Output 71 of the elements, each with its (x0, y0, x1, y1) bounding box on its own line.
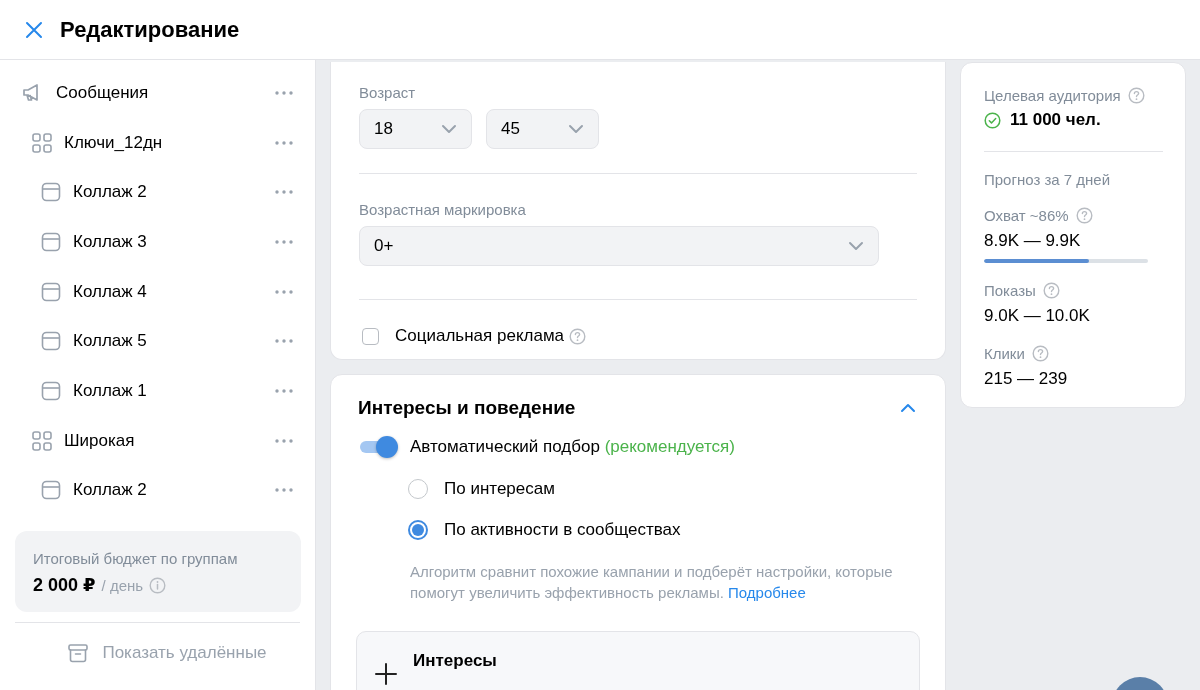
sidebar-item[interactable]: Широкая (0, 415, 315, 466)
more-icon[interactable] (275, 140, 293, 145)
metric-label: Показы (984, 282, 1036, 299)
card-icon (41, 331, 61, 352)
field-label: Возраст (359, 84, 417, 101)
more-icon[interactable] (275, 289, 293, 294)
more-icon[interactable] (275, 90, 293, 95)
more-icon[interactable] (275, 239, 293, 244)
card-icon (41, 480, 61, 501)
chevron-icon (848, 241, 864, 251)
checkbox-label: Социальная реклама (395, 326, 565, 346)
collapse-toggle[interactable] (900, 403, 916, 413)
toggle-label: Автоматический подбор (рекомендуется) (410, 437, 735, 457)
info-icon[interactable] (149, 576, 167, 594)
forecast-period: Прогноз за 7 дней (984, 171, 1112, 188)
age-from-select[interactable]: 18 (359, 109, 472, 149)
sidebar-item[interactable]: Сообщения (0, 68, 315, 118)
more-icon[interactable] (275, 190, 293, 195)
chevron-icon (900, 403, 916, 413)
card-icon (41, 380, 61, 401)
sidebar-item[interactable]: Коллаж 2 (0, 167, 315, 218)
more-link[interactable]: Подробнее (728, 584, 806, 601)
audience-value: 11 000 чел. (1010, 110, 1101, 130)
more-icon[interactable] (275, 339, 293, 344)
grid-icon (32, 132, 52, 153)
card-icon (41, 281, 61, 302)
close-icon[interactable] (24, 19, 44, 40)
more-icon[interactable] (275, 438, 293, 443)
window-title: Редактирование (60, 16, 240, 43)
field-label: Возрастная маркировка (359, 201, 527, 218)
panel-title: Интересы (413, 651, 497, 671)
checkbox[interactable] (362, 327, 379, 345)
metric-label: Охват ~86% (984, 207, 1069, 224)
more-icon[interactable] (275, 388, 293, 393)
help-icon[interactable] (569, 327, 587, 345)
metric-value: 8.9K — 9.9K (984, 231, 1082, 251)
help-icon[interactable] (1031, 345, 1049, 362)
card-icon (41, 231, 61, 252)
more-icon[interactable] (275, 488, 293, 493)
help-icon[interactable] (1075, 207, 1093, 224)
radio-label: По интересам (444, 478, 555, 499)
help-icon[interactable] (1042, 282, 1060, 299)
description-text: Алгоритм сравнит похожие кампании и подберёт настройки, которые помогут увеличить эффективность рекламы. Подробнее (410, 562, 894, 603)
radio-label: По активности в сообществах (444, 519, 681, 540)
chevron-icon (568, 124, 584, 134)
archive-icon (68, 643, 89, 663)
sidebar-item[interactable]: Коллаж 1 (0, 366, 315, 416)
audience-label: Целевая аудитория (984, 87, 1121, 104)
plus-icon (375, 663, 397, 685)
budget-label: Итоговый бюджет по группам (33, 550, 239, 568)
age-rating-select[interactable]: 0+ (359, 226, 879, 266)
metric-value: 215 — 239 (984, 369, 1069, 389)
sidebar-item[interactable]: Коллаж 2 (0, 465, 315, 516)
age-to-select[interactable]: 45 (486, 109, 599, 149)
sidebar-item[interactable]: Ключи_12дн (0, 117, 315, 168)
help-icon[interactable] (1127, 87, 1145, 104)
chevron-icon (441, 124, 457, 134)
budget-unit: / день (101, 576, 144, 594)
metric-value: 9.0K — 10.0K (984, 306, 1091, 326)
section-title: Интересы и поведение (358, 397, 576, 419)
radio-button[interactable] (408, 519, 428, 540)
grid-icon (32, 430, 52, 451)
sidebar-item[interactable]: Коллаж 5 (0, 316, 315, 367)
interests-panel[interactable]: Интересы (356, 631, 920, 690)
metric-label: Клики (984, 345, 1025, 362)
card-icon (41, 182, 61, 203)
sidebar-item[interactable]: Коллаж 4 (0, 266, 315, 317)
budget-amount: 2 000 ₽ (33, 574, 96, 597)
check-circle-icon (984, 111, 1001, 129)
toggle-switch[interactable] (358, 436, 396, 458)
sidebar-item[interactable]: Коллаж 3 (0, 217, 315, 267)
